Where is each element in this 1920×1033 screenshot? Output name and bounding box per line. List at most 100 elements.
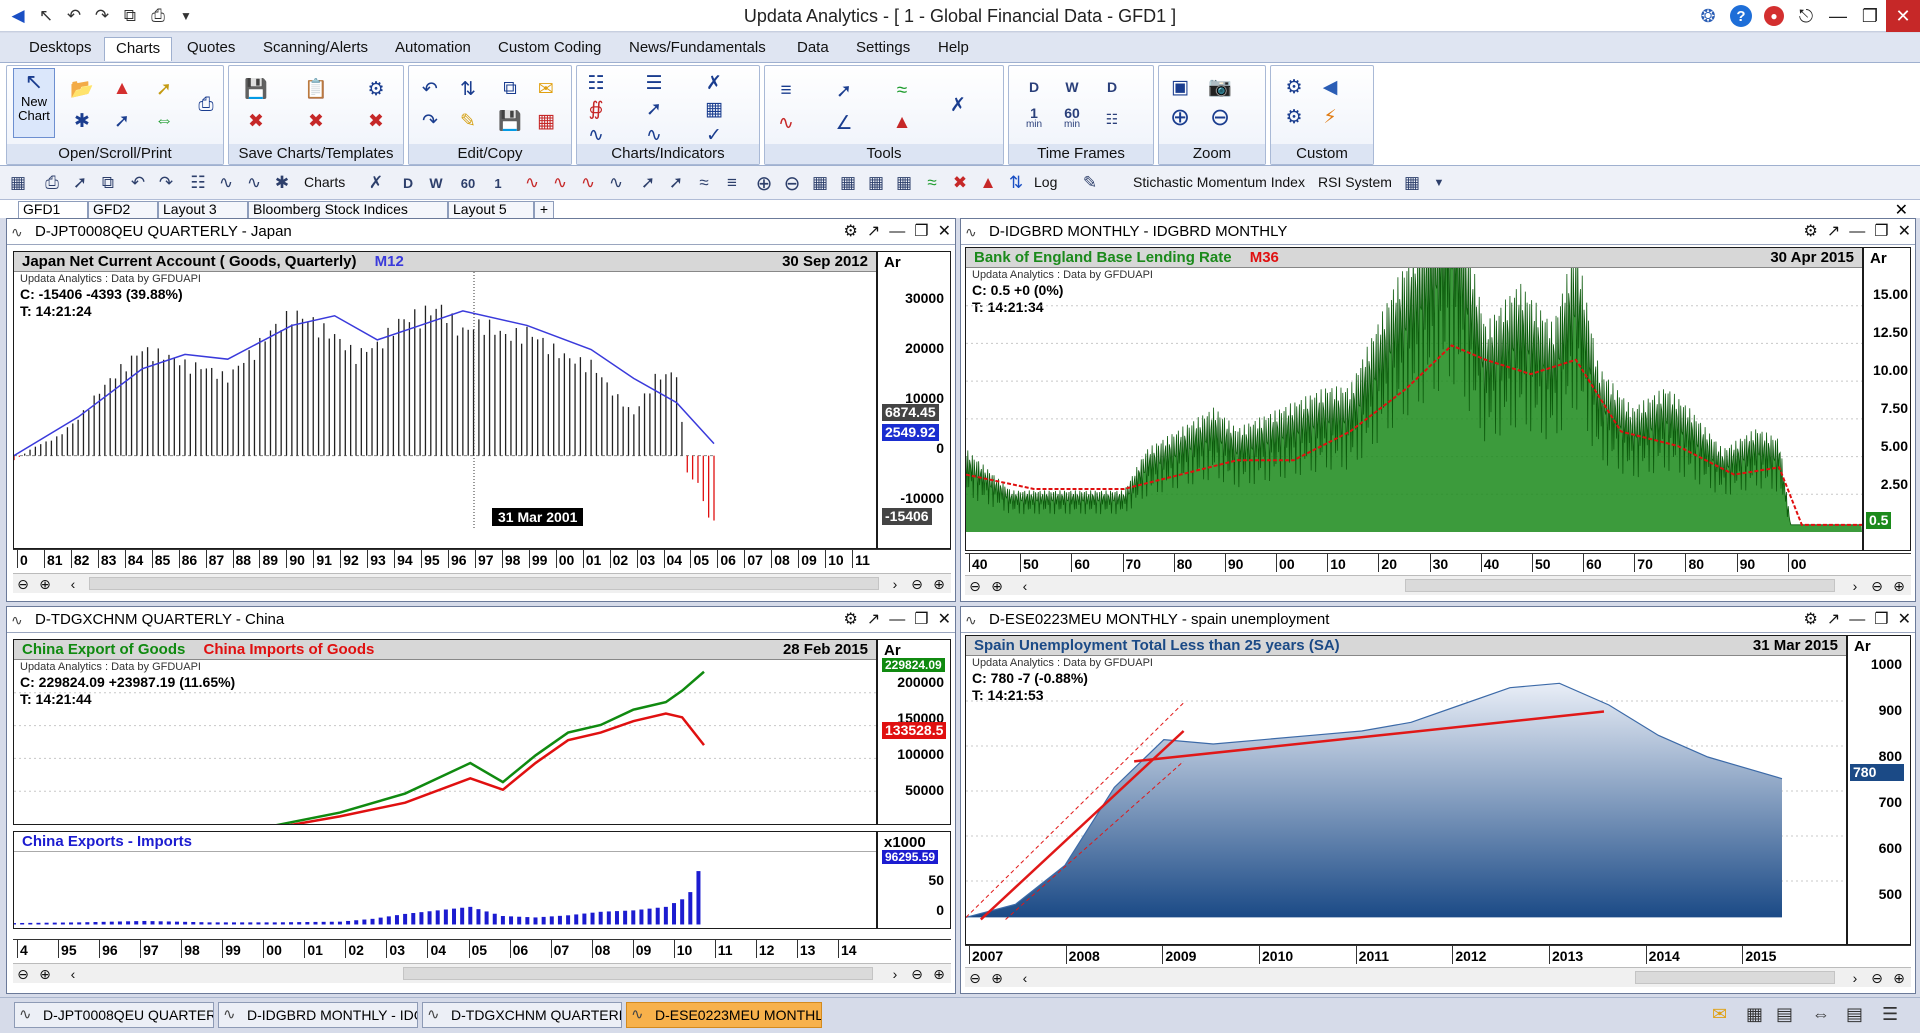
email-icon[interactable]: ✉	[533, 76, 559, 102]
chart-plot-area[interactable]: Bank of England Base Lending Rate M36 30…	[965, 247, 1863, 551]
mail-icon[interactable]: ✉	[1712, 1004, 1727, 1025]
y-axis-scale[interactable]: Ar 1000 900 800 700 600 500 780	[1847, 635, 1911, 945]
scroll-thumb[interactable]	[1635, 971, 1835, 984]
tb-auto-scale-icon[interactable]: ▦	[808, 171, 832, 195]
tb-fan-icon[interactable]: ➚	[664, 171, 688, 195]
scroll-right-icon[interactable]: ›	[885, 575, 905, 593]
tab-custom-coding[interactable]: Custom Coding	[487, 37, 612, 61]
tools-settings-icon[interactable]: ✗	[945, 92, 971, 118]
close-button[interactable]: ✕	[1886, 0, 1920, 32]
export-icon[interactable]: ▦	[533, 108, 559, 134]
scale-zoom-out-icon[interactable]: ⊖	[907, 575, 927, 593]
print-chart-icon[interactable]: ⎙	[193, 92, 219, 118]
panel-settings-icon[interactable]: ⚙	[1804, 219, 1818, 244]
spain-chart-svg[interactable]	[966, 656, 1846, 926]
scroll-right-icon[interactable]: ›	[885, 965, 905, 983]
tb-trend-icon[interactable]: ➚	[636, 171, 660, 195]
scroll-left-icon[interactable]: ‹	[1015, 577, 1035, 595]
scale-zoom-in-icon[interactable]: ⊕	[929, 575, 949, 593]
tb-tools-icon[interactable]: ✗	[364, 171, 388, 195]
tb-print-icon[interactable]: ⎙	[40, 171, 64, 195]
new-chart-button[interactable]: ↖ New Chart	[13, 68, 55, 138]
pin-icon[interactable]: ⎋	[1790, 0, 1822, 32]
line-chart-icon[interactable]: ➚	[151, 76, 177, 102]
area-chart-icon[interactable]: ▲	[109, 76, 135, 102]
zoom-in-icon[interactable]: ⊕	[1167, 104, 1193, 131]
scroll-left-icon[interactable]: ‹	[1015, 969, 1035, 987]
daily-timeframe-button[interactable]: D	[1017, 74, 1051, 100]
panel-popout-icon[interactable]: ↗	[867, 607, 880, 632]
scroll-arrows-icon[interactable]: ⇔	[151, 108, 177, 134]
custom-settings-icon[interactable]: ⚙	[1281, 74, 1307, 100]
swap-icon[interactable]: ⇅	[455, 76, 481, 102]
tb-redo-icon[interactable]: ↷	[154, 171, 178, 195]
horizontal-scrollbar[interactable]: ⊖ ⊕ ‹ › ⊖ ⊕	[13, 963, 951, 983]
panel-maximize-button[interactable]: ❐	[1874, 607, 1888, 632]
tb-dropdown-icon[interactable]: ▼	[1427, 171, 1451, 195]
delete-template-icon[interactable]: ✖	[303, 108, 329, 134]
line-style-icon[interactable]: ➚	[641, 96, 667, 122]
panel-close-button[interactable]: ✕	[938, 607, 951, 632]
tb-oscillator-icon[interactable]: ∿	[242, 171, 266, 195]
china-diff-svg[interactable]	[14, 852, 876, 928]
tb-weekly-button[interactable]: W	[424, 171, 448, 195]
panel-minimize-button[interactable]: —	[889, 607, 905, 632]
chart-panel-spain[interactable]: ∿ D-ESE0223MEU MONTHLY - spain unemploym…	[960, 606, 1916, 994]
tab-scanning-alerts[interactable]: Scanning/Alerts	[252, 37, 379, 61]
one-min-timeframe-button[interactable]: 1 min	[1017, 106, 1051, 132]
china-chart-svg[interactable]	[14, 660, 876, 824]
scroll-left-icon[interactable]: ‹	[63, 965, 83, 983]
news-icon[interactable]: ☰	[1882, 1004, 1898, 1025]
y-axis-scale[interactable]: Ar 30000 20000 10000 0 -10000 6874.45 25…	[877, 251, 951, 549]
scroll-thumb[interactable]	[1405, 579, 1835, 592]
taskbar-item-boe[interactable]: ∿D-IDGBRD MONTHLY - IDGBRD MONTHLY	[218, 1002, 418, 1028]
tools-icon[interactable]: ❂	[1692, 0, 1724, 32]
highlighter-icon[interactable]: ✎	[455, 108, 481, 134]
help-icon[interactable]: ?	[1730, 5, 1752, 27]
panel-close-button[interactable]: ✕	[1898, 219, 1911, 244]
scale-zoom-out-icon[interactable]: ⊖	[1867, 577, 1887, 595]
copy-chart-icon[interactable]: ⧉	[497, 76, 523, 102]
boe-chart-svg[interactable]	[966, 268, 1862, 532]
tb-b-icon[interactable]: ∿	[604, 171, 628, 195]
tb-w-icon[interactable]: ∿	[576, 171, 600, 195]
panel-close-button[interactable]: ✕	[938, 219, 951, 244]
chart-plot-area[interactable]: Spain Unemployment Total Less than 25 ye…	[965, 635, 1847, 945]
taskbar-item-spain[interactable]: ∿ D-ESE0223MEU MONTHLY	[626, 1002, 822, 1028]
scroll-right-icon[interactable]: ›	[1845, 969, 1865, 987]
panel-settings-icon[interactable]: ⚙	[1804, 607, 1818, 632]
tb-bars-icon[interactable]: ☷	[186, 171, 210, 195]
zoom-out-icon[interactable]: ⊖	[965, 577, 985, 595]
tab-news-fundamentals[interactable]: News/Fundamentals	[618, 37, 777, 61]
scroll-right-icon[interactable]: ›	[1845, 577, 1865, 595]
zoom-in-icon[interactable]: ⊕	[987, 969, 1007, 987]
tb-frame-icon[interactable]: ▦	[892, 171, 916, 195]
scale-zoom-in-icon[interactable]: ⊕	[1889, 577, 1909, 595]
tb-up-down-icon[interactable]: ⇅	[1004, 171, 1028, 195]
zoom-in-icon[interactable]: ⊕	[987, 577, 1007, 595]
panel-popout-icon[interactable]: ↗	[867, 219, 880, 244]
tab-charts[interactable]: Charts	[104, 37, 173, 61]
weekly-timeframe-button[interactable]: W	[1055, 74, 1089, 100]
chart-panel-boe[interactable]: ∿ D-IDGBRD MONTHLY - IDGBRD MONTHLY ⚙ ↗ …	[960, 218, 1916, 602]
tb-daily-button[interactable]: D	[396, 171, 420, 195]
fit-screen-icon[interactable]: ▣	[1167, 74, 1193, 100]
taskbar-item-japan[interactable]: ∿ D-JPT0008QEU QUARTERLY	[14, 1002, 214, 1028]
sub-y-axis-scale[interactable]: x1000 96295.59 50 0	[877, 831, 951, 929]
camera-icon[interactable]: 📷	[1207, 74, 1233, 100]
tb-one-min-button[interactable]: 1	[486, 171, 510, 195]
tb-stochastic-button[interactable]: Stichastic Momentum Index	[1133, 174, 1305, 190]
auto-delete-icon[interactable]: ✖	[363, 108, 389, 134]
tb-zigzag-icon[interactable]: ≈	[920, 171, 944, 195]
tb-charts-button[interactable]: Charts	[304, 174, 345, 190]
tb-e-icon[interactable]: ∿	[548, 171, 572, 195]
tb-fib-icon[interactable]: ≡	[720, 171, 744, 195]
tb-zoom-in-icon[interactable]: ⊕	[752, 171, 776, 195]
japan-chart-svg[interactable]	[14, 272, 876, 530]
panel-popout-icon[interactable]: ↗	[1827, 607, 1840, 632]
notes-icon[interactable]: ▤	[1846, 1004, 1863, 1025]
bar-style-icon[interactable]: ☰	[641, 70, 667, 96]
tb-rsi-system-button[interactable]: RSI System	[1318, 174, 1392, 190]
monitor-icon[interactable]: ▤	[1776, 1004, 1793, 1025]
panel-settings-icon[interactable]: ⚙	[844, 219, 858, 244]
